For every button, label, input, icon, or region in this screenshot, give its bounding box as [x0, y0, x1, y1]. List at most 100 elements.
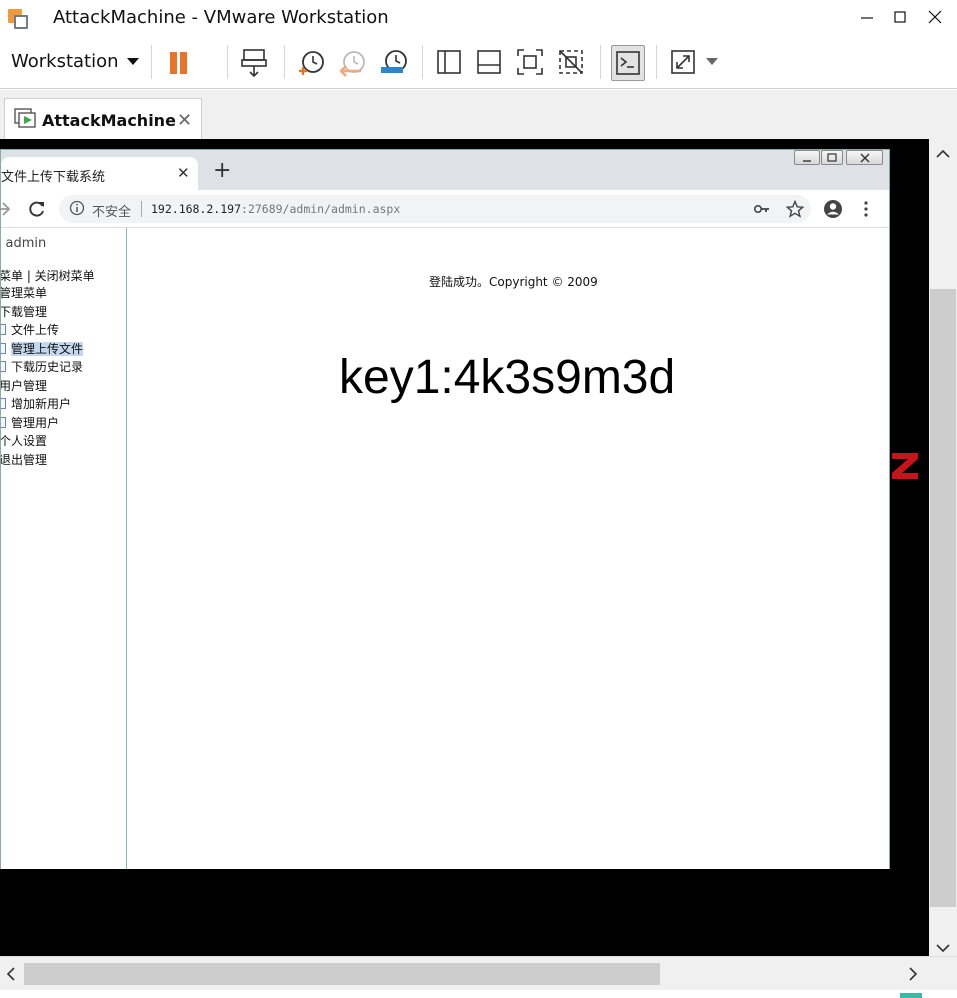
thumbnail-bar-button[interactable]	[474, 47, 506, 79]
menu-kebab-icon[interactable]	[863, 200, 869, 218]
address-divider	[141, 201, 142, 217]
left-nav-frame: : admin 菜单 | 关闭树菜单 管理菜单 下载管理 文件上传 管理上传文件…	[1, 228, 127, 869]
vm-tab-label: AttackMachine	[42, 111, 176, 130]
nav-group-download[interactable]: 下载管理	[1, 303, 47, 320]
scroll-down-icon[interactable]	[936, 943, 950, 953]
snapshot-manager-button[interactable]	[378, 47, 410, 79]
maximize-button[interactable]	[885, 6, 915, 30]
take-snapshot-button[interactable]	[296, 47, 328, 79]
full-screen-icon	[517, 49, 543, 75]
main-content-frame: 登陆成功。Copyright © 2009 key1:4k3s9m3d	[127, 228, 889, 869]
current-user: : admin	[1, 236, 47, 251]
send-ctrl-alt-del-icon	[241, 49, 267, 78]
library-view-icon	[437, 50, 461, 74]
nav-item-label: 管理用户	[11, 416, 60, 430]
send-ctrl-alt-del-button[interactable]	[240, 47, 272, 79]
close-icon	[928, 10, 942, 24]
profile-avatar-icon[interactable]	[823, 199, 843, 219]
window-title: AttackMachine - VMware Workstation	[53, 7, 389, 28]
nav-group-users[interactable]: 用户管理	[1, 377, 47, 394]
url-text: 192.168.2.197:27689/admin/admin.aspx	[151, 202, 400, 216]
vm-console[interactable]: 文件上传下载系统 ✕ + 不安全 192.168.2.197:27689/adm…	[0, 139, 929, 956]
bookmark-star-icon[interactable]	[786, 200, 804, 218]
toolbar-separator	[600, 45, 601, 79]
toolbar-separator	[656, 45, 657, 79]
scroll-left-icon[interactable]	[6, 967, 16, 981]
browser-tab[interactable]: 文件上传下载系统 ✕	[1, 157, 198, 190]
url-host: 192.168.2.197	[151, 202, 242, 216]
toolbar-separator	[422, 45, 423, 79]
nav-group-logout[interactable]: 退出管理	[1, 451, 47, 468]
minimize-button[interactable]	[852, 6, 882, 30]
status-indicator	[900, 993, 922, 998]
key-text: key1:4k3s9m3d	[339, 351, 676, 404]
vertical-scrollbar[interactable]	[929, 139, 957, 956]
nav-item-download-history[interactable]: 下载历史记录	[1, 358, 83, 375]
address-bar[interactable]: 不安全 192.168.2.197:27689/admin/admin.aspx	[59, 195, 811, 223]
guest-browser-window: 文件上传下载系统 ✕ + 不安全 192.168.2.197:27689/adm…	[0, 149, 890, 869]
nav-group-personal-settings[interactable]: 个人设置	[1, 432, 47, 449]
scroll-right-icon[interactable]	[908, 967, 918, 981]
info-icon[interactable]	[69, 200, 85, 216]
expand-collapse-links[interactable]: 菜单 | 关闭树菜单	[1, 267, 95, 284]
close-icon	[860, 153, 869, 163]
horizontal-scroll-thumb[interactable]	[24, 963, 660, 985]
pause-icon	[170, 52, 187, 74]
thumbnail-bar-icon	[477, 50, 501, 74]
close-window-button[interactable]	[846, 150, 883, 165]
document-icon	[1, 324, 6, 335]
browser-tab-bar: 文件上传下载系统 ✕ +	[1, 150, 889, 190]
minimize-icon	[861, 17, 873, 19]
nav-item-manage-users[interactable]: 管理用户	[1, 414, 59, 431]
close-tab-icon[interactable]: ✕	[177, 110, 192, 131]
console-view-button[interactable]	[611, 45, 645, 81]
maximize-icon	[894, 11, 906, 23]
nav-item-label: 下载历史记录	[11, 360, 84, 374]
nav-item-manage-uploads[interactable]: 管理上传文件	[1, 340, 84, 357]
nav-item-label: 管理上传文件	[11, 342, 84, 356]
snapshot-revert-icon	[339, 51, 365, 77]
menu-root: 管理菜单	[1, 286, 48, 300]
close-tab-icon[interactable]: ✕	[177, 164, 190, 182]
workstation-menu[interactable]: Workstation	[11, 51, 119, 72]
minimize-button[interactable]	[794, 150, 820, 165]
close-window-button[interactable]	[920, 6, 950, 30]
full-screen-button[interactable]	[515, 47, 547, 79]
vm-tab-attackmachine[interactable]: AttackMachine ✕	[4, 98, 202, 139]
vertical-scroll-thumb[interactable]	[930, 289, 956, 907]
horizontal-scrollbar[interactable]	[0, 956, 957, 990]
document-icon	[1, 361, 6, 372]
chevron-down-icon[interactable]	[127, 58, 139, 66]
forward-arrow-icon[interactable]	[0, 201, 11, 217]
stretch-dropdown-icon[interactable]	[706, 58, 718, 66]
nav-item-add-user[interactable]: 增加新用户	[1, 395, 71, 412]
nav-item-upload[interactable]: 文件上传	[1, 321, 59, 338]
key-icon[interactable]	[753, 201, 771, 217]
nav-item-label: 增加新用户	[11, 397, 72, 411]
nav-item-label: 文件上传	[11, 323, 60, 337]
xp-window-controls	[794, 150, 885, 166]
revert-snapshot-button[interactable]	[337, 47, 369, 79]
browser-toolbar: 不安全 192.168.2.197:27689/admin/admin.aspx	[0, 190, 889, 228]
maximize-icon	[827, 153, 837, 162]
stretch-button[interactable]	[668, 47, 700, 79]
desktop-logo-fragment	[892, 453, 918, 479]
reload-icon[interactable]	[28, 200, 46, 218]
unity-button[interactable]	[556, 47, 588, 79]
maximize-button[interactable]	[821, 150, 843, 165]
vmware-toolbar: Workstation	[0, 37, 957, 102]
vm-running-icon	[14, 108, 36, 128]
status-bar	[0, 990, 957, 998]
new-tab-button[interactable]: +	[213, 158, 231, 183]
document-icon	[1, 417, 6, 428]
window-title-bar: AttackMachine - VMware Workstation	[0, 0, 957, 37]
pause-button[interactable]	[165, 47, 197, 79]
vmware-app-icon	[8, 9, 28, 29]
toolbar-separator	[284, 45, 285, 79]
scroll-up-icon[interactable]	[936, 149, 950, 159]
url-path: :27689/admin/admin.aspx	[241, 202, 401, 216]
unity-icon	[559, 50, 583, 74]
library-view-button[interactable]	[434, 47, 466, 79]
snapshot-manager-icon	[381, 50, 407, 73]
document-icon	[1, 398, 6, 409]
